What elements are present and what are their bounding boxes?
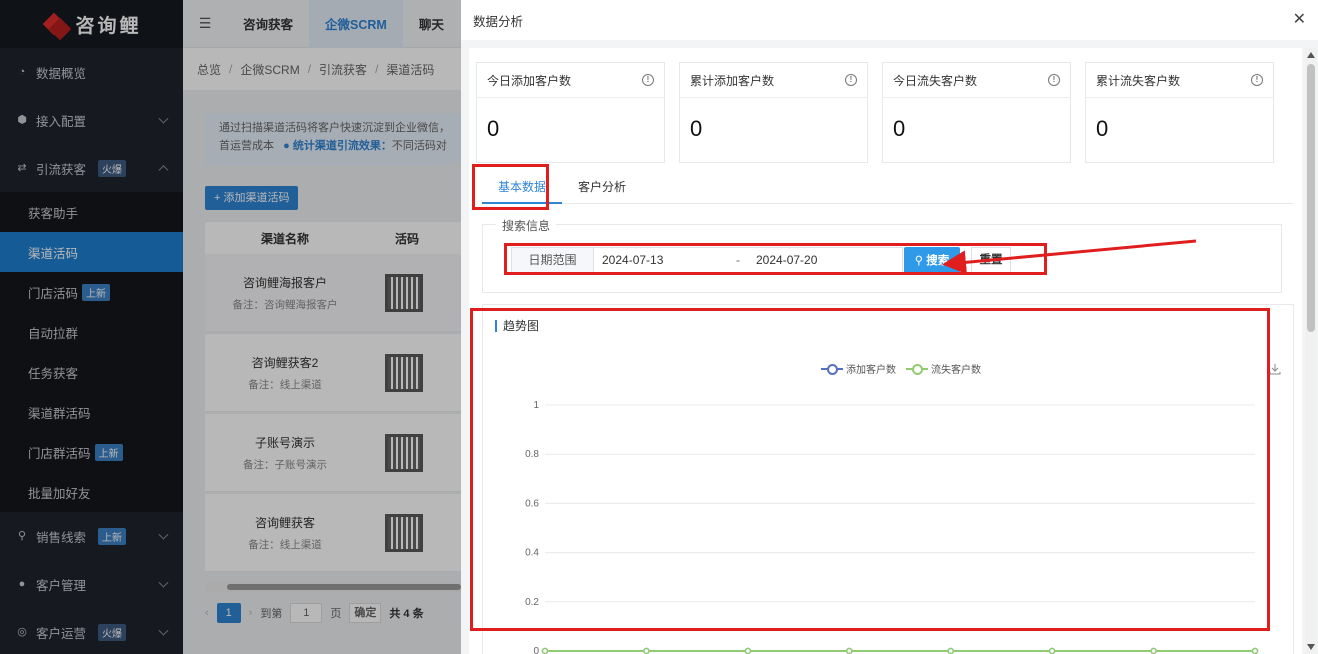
annotation-arrow [942, 239, 1197, 275]
app-root: 咨询鲤 ◔ 数据概览 ⬢ 接入配置 ⇄ 引流获客 火爆 获客助手 渠道活码 门店活码 上新 自动拉群… [0, 0, 1318, 654]
